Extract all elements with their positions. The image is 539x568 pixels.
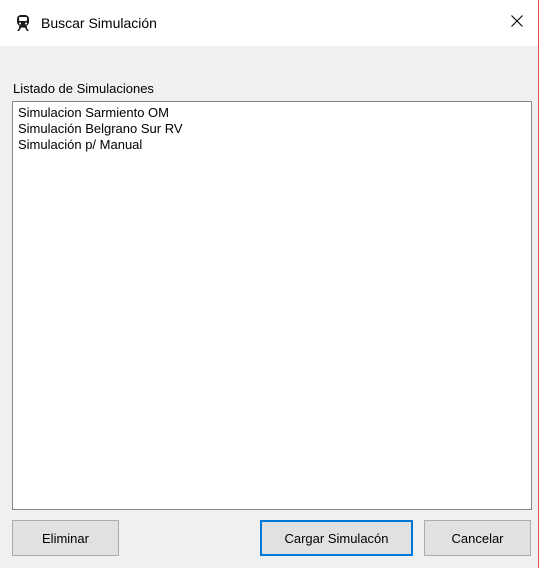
list-item[interactable]: Simulación Belgrano Sur RV [18,121,531,137]
close-button[interactable] [496,0,538,46]
close-icon [511,14,523,32]
cancel-button[interactable]: Cancelar [424,520,531,556]
train-icon [14,14,32,32]
title-bar[interactable]: Buscar Simulación [0,0,538,46]
list-item[interactable]: Simulación p/ Manual [18,137,531,153]
delete-button[interactable]: Eliminar [12,520,119,556]
simulations-listbox[interactable]: Simulacion Sarmiento OM Simulación Belgr… [12,101,532,510]
dialog-window: Buscar Simulación Listado de Simulacione… [0,0,539,568]
window-title: Buscar Simulación [41,15,157,31]
list-item[interactable]: Simulacion Sarmiento OM [18,105,531,121]
list-label: Listado de Simulaciones [13,81,154,96]
load-simulation-button[interactable]: Cargar Simulacón [260,520,413,556]
